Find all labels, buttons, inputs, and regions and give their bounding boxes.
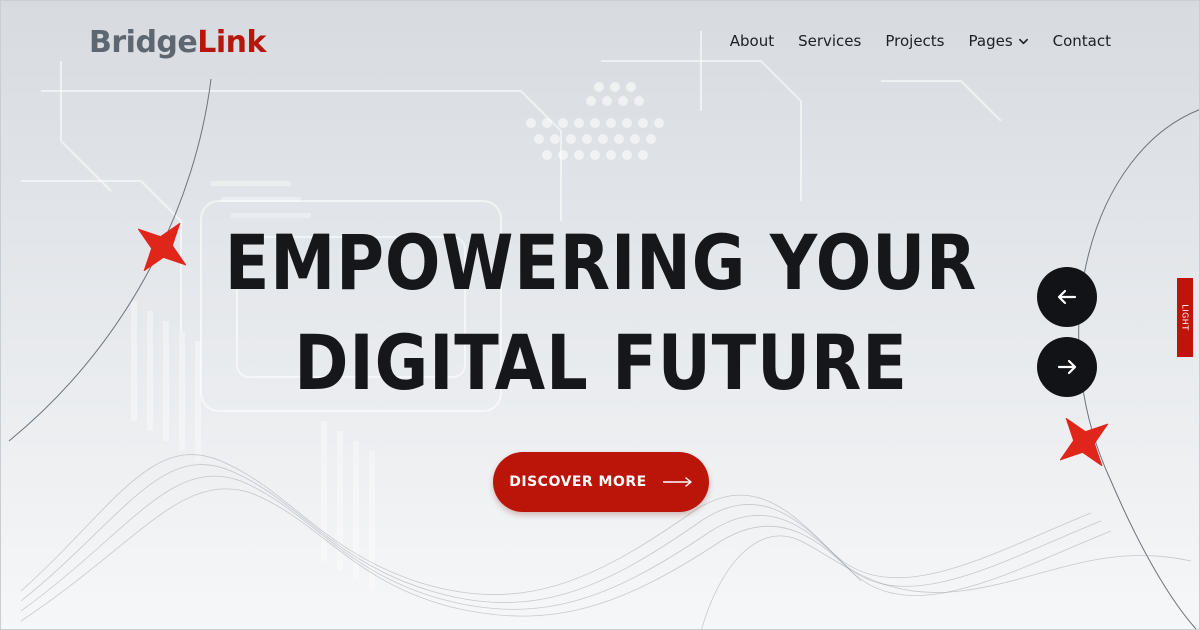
brand-name-part-2: Link [197,25,266,60]
chip-dots [526,82,664,160]
nav-item-contact[interactable]: Contact [1053,31,1111,51]
brand-name-part-1: Bridge [89,25,198,60]
discover-more-label: DISCOVER MORE [509,474,647,490]
four-point-star-icon [1060,418,1108,466]
brand-logo[interactable]: BridgeLink [89,23,266,63]
long-arrow-right-icon [662,477,692,487]
theme-toggle-tab[interactable]: LIGHT [1177,278,1193,357]
previous-slide-button[interactable] [1037,267,1097,327]
nav-item-projects[interactable]: Projects [885,31,944,51]
nav-item-pages[interactable]: Pages [969,31,1029,51]
hero-headline: EMPOWERING YOUR DIGITAL FUTURE [85,213,1117,413]
main-nav: About Services Projects Pages Contact [730,31,1111,51]
arrow-left-icon [1057,289,1077,305]
discover-more-button[interactable]: DISCOVER MORE [493,452,709,512]
nav-item-label: Services [798,32,862,50]
next-slide-button[interactable] [1037,337,1097,397]
nav-item-services[interactable]: Services [798,31,861,51]
hero-section: BridgeLink About Services Projects Pages… [0,0,1200,630]
nav-item-label: About [729,32,775,50]
nav-item-label: Pages [968,32,1013,50]
hero-headline-line-2: DIGITAL FUTURE [294,318,908,407]
nav-item-about[interactable]: About [730,31,774,51]
nav-item-label: Projects [885,32,945,50]
nav-item-label: Contact [1052,32,1111,50]
theme-toggle-label: LIGHT [1180,304,1190,331]
hero-headline-line-1: EMPOWERING YOUR [224,218,978,307]
chevron-down-icon [1018,38,1028,44]
arrow-right-icon [1057,359,1077,375]
